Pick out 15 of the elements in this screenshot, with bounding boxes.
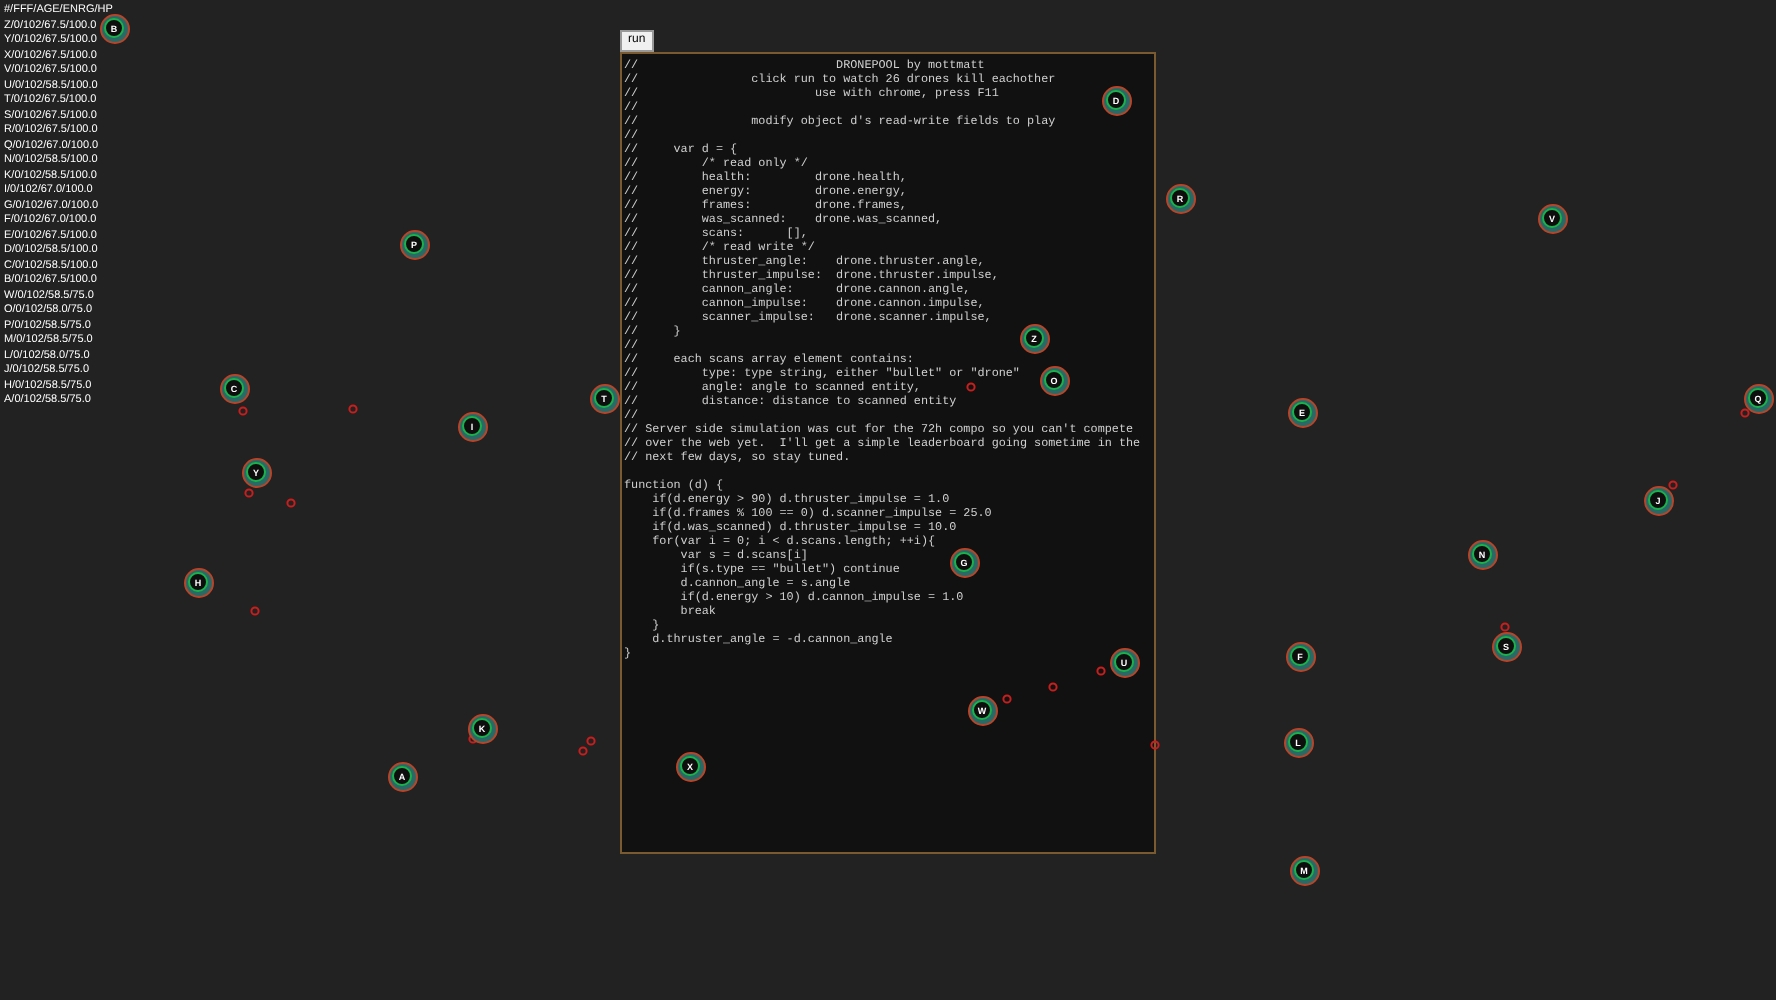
- bullet-icon: [1149, 739, 1159, 749]
- bullet-icon: [249, 605, 259, 615]
- bullet-icon: [347, 403, 357, 413]
- bullet-icon: [1095, 665, 1105, 675]
- bullet-icon: [965, 381, 975, 391]
- bullet-icon: [243, 487, 253, 497]
- bullet-icon: [1667, 479, 1677, 489]
- bullet-icon: [237, 405, 247, 415]
- bullet-icon: [1499, 621, 1509, 631]
- bullet-icon: [1047, 681, 1057, 691]
- bullet-icon: [467, 733, 477, 743]
- code-editor[interactable]: [620, 52, 1156, 854]
- bullet-icon: [1739, 407, 1749, 417]
- bullet-icon: [285, 497, 295, 507]
- bullet-icon: [1001, 693, 1011, 703]
